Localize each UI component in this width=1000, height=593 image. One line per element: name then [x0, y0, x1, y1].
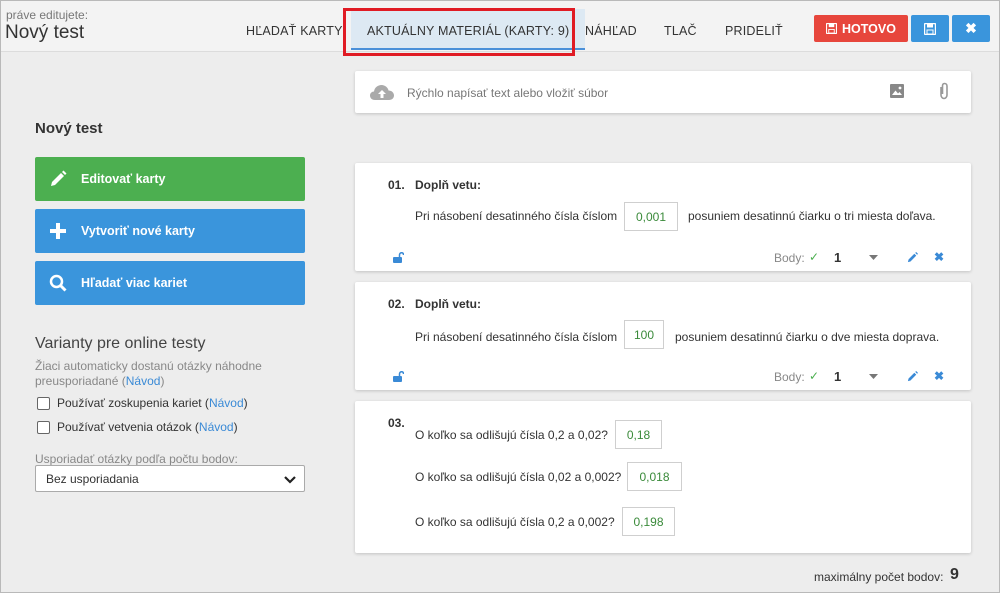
save-button[interactable]	[911, 15, 949, 42]
points-label: Body:	[774, 251, 805, 265]
create-cards-button[interactable]: Vytvoriť nové karty	[35, 209, 305, 253]
branching-help-link[interactable]: Návod	[199, 420, 234, 434]
card-number: 03.	[388, 416, 405, 430]
card-number: 02.	[388, 297, 405, 311]
close-icon: ✖	[965, 20, 977, 36]
search-icon	[49, 274, 67, 292]
paperclip-icon[interactable]	[938, 82, 950, 100]
points-value[interactable]: 1	[834, 369, 841, 384]
floppy-icon	[924, 22, 936, 35]
card-03[interactable]: 03. O koľko sa odlišujú čísla 0,2 a 0,02…	[355, 401, 971, 553]
question-text: O koľko sa odlišujú čísla 0,2 a 0,002?	[415, 515, 615, 529]
answer-field: 0,198	[622, 507, 675, 536]
card-text-before: Pri násobení desatinného čísla číslom	[415, 209, 618, 223]
tab-current-material[interactable]: AKTUÁLNY MATERIÁL (KARTY: 9)	[351, 9, 586, 50]
variants-description: Žiaci automaticky dostanú otázky náhodne…	[35, 359, 262, 388]
answer-field: 0,18	[615, 420, 662, 449]
unlock-icon[interactable]	[392, 252, 404, 263]
tab-preview[interactable]: NÁHĽAD	[585, 0, 637, 52]
card-title: Doplň vetu:	[415, 297, 481, 311]
editing-label: práve editujete:	[6, 8, 89, 22]
points-value[interactable]: 1	[834, 250, 841, 265]
search-cards-button[interactable]: Hľadať viac kariet	[35, 261, 305, 305]
edit-cards-label: Editovať karty	[81, 172, 166, 186]
quick-input[interactable]: Rýchlo napísať text alebo vložiť súbor	[355, 71, 971, 113]
chevron-down-icon	[284, 476, 296, 484]
card-text-after: posuniem desatinnú čiarku o tri miesta d…	[688, 209, 936, 223]
grouping-checkbox[interactable]	[37, 396, 50, 410]
card-text-before: Pri násobení desatinného čísla číslom	[415, 330, 618, 344]
caret-down-icon[interactable]	[869, 374, 878, 379]
answer-field: 100	[624, 320, 664, 349]
edit-icon[interactable]	[907, 371, 918, 382]
sort-label: Usporiadať otázky podľa počtu bodov:	[35, 452, 238, 466]
question-text: O koľko sa odlišujú čísla 0,02 a 0,002?	[415, 470, 622, 484]
max-points-label: maximálny počet bodov:	[814, 570, 944, 584]
answer-field: 0,018	[627, 462, 682, 491]
branching-checkbox[interactable]	[37, 420, 50, 434]
sort-select[interactable]: Bez usporiadania	[35, 465, 305, 492]
done-button-label: HOTOVO	[842, 21, 896, 36]
points-label: Body:	[774, 370, 805, 384]
save-icon	[826, 23, 838, 34]
question-text: O koľko sa odlišujú čísla 0,2 a 0,02?	[415, 428, 608, 442]
done-button[interactable]: HOTOVO	[814, 15, 908, 42]
grouping-checkbox-row: Používať zoskupenia kariet (Návod)	[37, 396, 248, 410]
caret-down-icon[interactable]	[869, 255, 878, 260]
card-title: Doplň vetu:	[415, 178, 481, 192]
create-cards-label: Vytvoriť nové karty	[81, 224, 195, 238]
grouping-help-link[interactable]: Návod	[209, 396, 244, 410]
max-points-value: 9	[950, 566, 959, 583]
check-icon: ✓	[809, 369, 820, 383]
unlock-icon[interactable]	[392, 371, 404, 382]
branching-checkbox-row: Používať vetvenia otázok (Návod)	[37, 420, 238, 434]
plus-icon	[50, 223, 66, 239]
delete-icon[interactable]: ✖	[934, 369, 944, 383]
card-text-after: posuniem desatinnú čiarku o dve miesta d…	[675, 330, 940, 344]
branching-checkbox-text: Používať vetvenia otázok (Návod)	[57, 420, 238, 434]
branching-checkbox-label: Používať vetvenia otázok	[57, 420, 192, 434]
tab-assign[interactable]: PRIDELIŤ	[725, 0, 783, 52]
tab-search-cards[interactable]: HĽADAŤ KARTY	[246, 0, 343, 52]
tab-print[interactable]: TLAČ	[664, 0, 697, 52]
edit-cards-button[interactable]: Editovať karty	[35, 157, 305, 201]
card-02[interactable]: 02. Doplň vetu: Pri násobení desatinného…	[355, 282, 971, 390]
search-cards-label: Hľadať viac kariet	[81, 276, 187, 290]
pencil-icon	[51, 170, 67, 186]
top-bar: práve editujete: Nový test HĽADAŤ KARTY …	[0, 0, 1000, 52]
grouping-checkbox-text: Používať zoskupenia kariet (Návod)	[57, 396, 248, 410]
cloud-upload-icon[interactable]	[369, 83, 395, 101]
quick-input-placeholder: Rýchlo napísať text alebo vložiť súbor	[407, 86, 609, 100]
card-number: 01.	[388, 178, 405, 192]
delete-icon[interactable]: ✖	[934, 250, 944, 264]
image-icon[interactable]	[890, 84, 904, 98]
close-button[interactable]: ✖	[952, 15, 990, 42]
sort-select-value: Bez usporiadania	[46, 471, 139, 486]
variants-title: Varianty pre online testy	[35, 335, 206, 352]
edit-icon[interactable]	[907, 252, 918, 263]
help-link[interactable]: Návod	[126, 374, 161, 388]
editing-title: Nový test	[5, 22, 85, 43]
check-icon: ✓	[809, 250, 820, 264]
card-01[interactable]: 01. Doplň vetu: Pri násobení desatinného…	[355, 163, 971, 271]
grouping-checkbox-label: Používať zoskupenia kariet	[57, 396, 202, 410]
test-title: Nový test	[35, 120, 103, 137]
answer-field: 0,001	[624, 202, 678, 231]
